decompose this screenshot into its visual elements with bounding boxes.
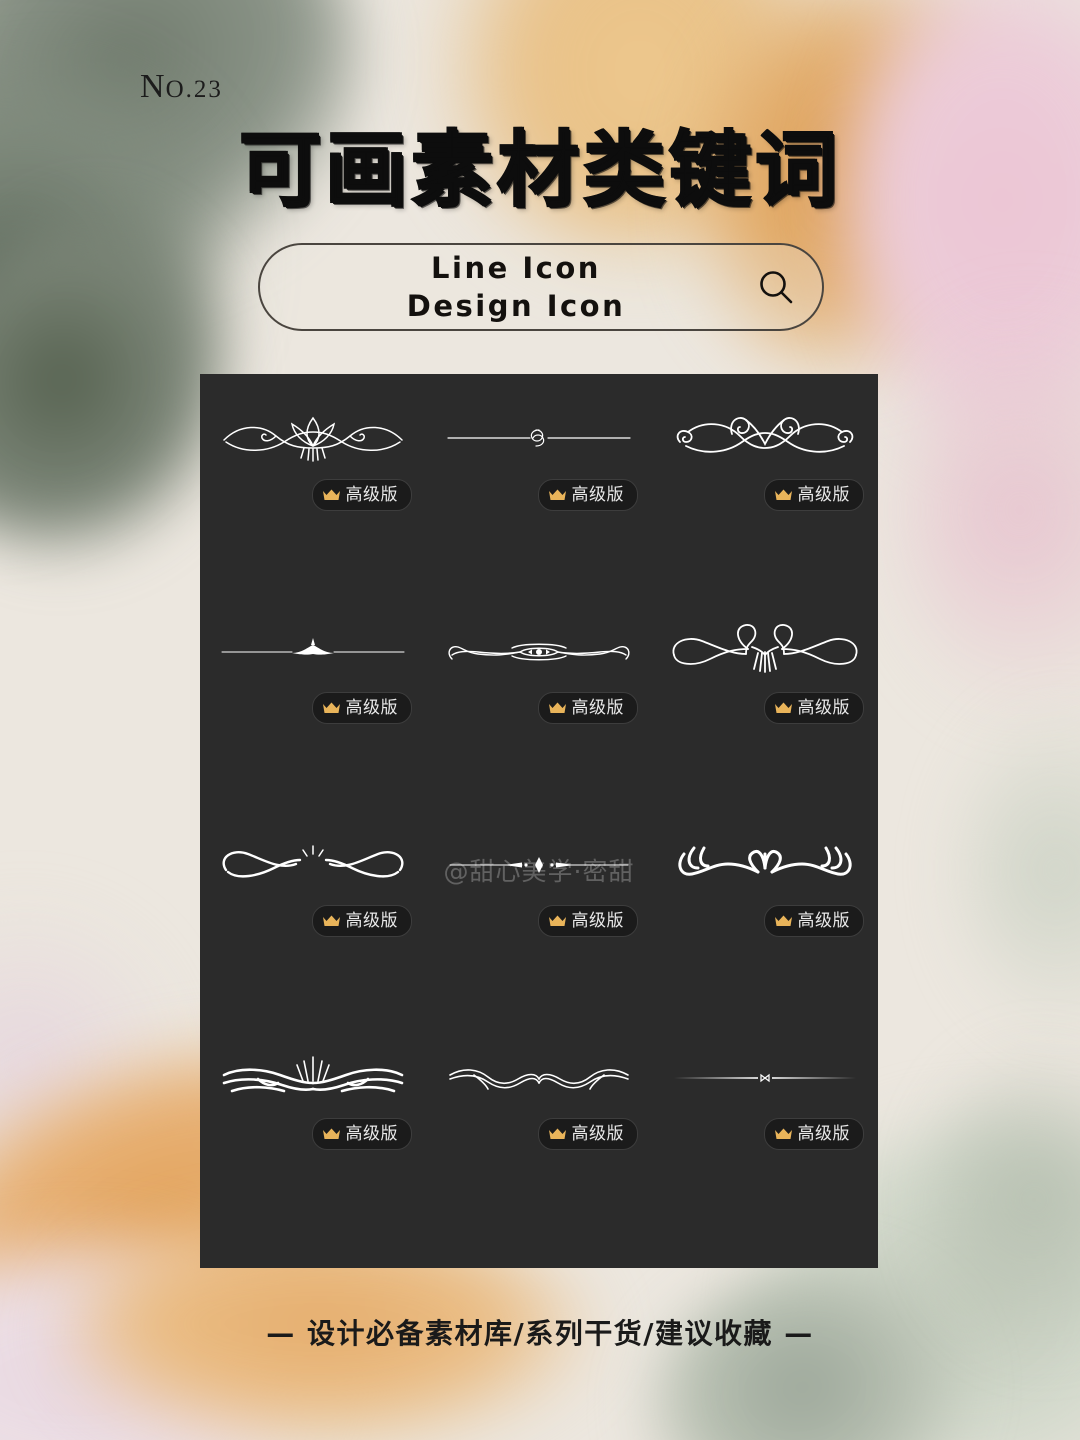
open-book-flourish-icon[interactable] — [200, 1029, 426, 1125]
premium-badge[interactable]: 高级版 — [537, 692, 638, 724]
asset-row: 高级版 高级版 高级版 — [200, 374, 878, 587]
asset-cell[interactable]: 高级版 — [426, 374, 652, 587]
crown-icon — [548, 702, 566, 713]
eye-lens-flourish-icon[interactable] — [426, 603, 652, 699]
premium-badge[interactable]: 高级版 — [311, 692, 412, 724]
asset-row: 高级版 高级版 高级版 — [200, 587, 878, 800]
premium-badge[interactable]: 高级版 — [311, 1118, 412, 1150]
search-bar[interactable]: Line Icon Design Icon — [258, 243, 824, 331]
asset-cell[interactable]: 高级版 — [200, 1013, 426, 1226]
premium-badge[interactable]: 高级版 — [311, 905, 412, 937]
asset-cell[interactable]: 高级版 — [426, 800, 652, 1013]
flourish-fleuron-scroll-icon[interactable] — [200, 390, 426, 486]
search-line-2: Design Icon — [406, 289, 626, 323]
asset-grid-panel: 高级版 高级版 高级版 高级版 高级版 高级版 高级版 高级版 高级版 高级版 … — [200, 374, 878, 1268]
premium-badge-label: 高级版 — [571, 697, 624, 718]
premium-badge[interactable]: 高级版 — [537, 905, 638, 937]
search-icon — [760, 271, 793, 304]
asset-cell[interactable] — [426, 1226, 652, 1268]
page-title: 可画素材类键词 — [238, 122, 841, 219]
wave-weave-flourish-icon[interactable] — [426, 1029, 652, 1125]
thin-line-with-center-dart-icon[interactable] — [200, 603, 426, 699]
asset-row: 高级版 高级版 高级版 — [200, 800, 878, 1013]
premium-badge[interactable]: 高级版 — [763, 479, 864, 511]
crown-icon — [548, 915, 566, 926]
premium-badge-label: 高级版 — [345, 910, 398, 931]
premium-badge[interactable]: 高级版 — [311, 479, 412, 511]
asset-cell[interactable]: 高级版 — [200, 587, 426, 800]
asset-cell[interactable]: 高级版 — [200, 800, 426, 1013]
infinity-ribbon-flourish-icon[interactable] — [200, 816, 426, 912]
double-curl-swirl-icon[interactable] — [652, 390, 878, 486]
premium-badge[interactable]: 高级版 — [763, 1118, 864, 1150]
crown-icon — [774, 915, 792, 926]
asset-cell[interactable]: 高级版 — [652, 587, 878, 800]
crown-icon — [774, 1128, 792, 1139]
arrow-line-with-diamond-icon[interactable] — [426, 816, 652, 912]
asset-row-partial — [200, 1226, 878, 1268]
premium-badge-label: 高级版 — [571, 484, 624, 505]
premium-badge-label: 高级版 — [571, 910, 624, 931]
premium-badge-label: 高级版 — [345, 1123, 398, 1144]
premium-badge-label: 高级版 — [345, 484, 398, 505]
search-input-text[interactable]: Line Icon Design Icon — [260, 249, 730, 326]
issue-number: NO.23 — [140, 68, 223, 106]
search-button[interactable] — [730, 267, 822, 307]
premium-badge[interactable]: 高级版 — [537, 1118, 638, 1150]
crown-icon — [322, 702, 340, 713]
asset-cell[interactable]: 高级版 — [200, 374, 426, 587]
premium-badge-label: 高级版 — [797, 1123, 850, 1144]
premium-badge-label: 高级版 — [571, 1123, 624, 1144]
premium-badge-label: 高级版 — [797, 484, 850, 505]
footer-caption: — 设计必备素材库/系列干货/建议收藏 — — [266, 1317, 814, 1350]
asset-cell[interactable] — [200, 1226, 426, 1268]
crown-icon — [774, 489, 792, 500]
thin-line-with-knot-icon[interactable] — [426, 390, 652, 486]
premium-badge[interactable]: 高级版 — [763, 905, 864, 937]
crown-icon — [548, 489, 566, 500]
crown-scroll-flourish-partial-icon[interactable] — [200, 1242, 426, 1268]
asset-cell[interactable]: 高级版 — [426, 1013, 652, 1226]
asset-cell[interactable]: 高级版 — [426, 587, 652, 800]
premium-badge-label: 高级版 — [345, 697, 398, 718]
search-line-1: Line Icon — [431, 250, 601, 285]
asset-cell[interactable]: 高级版 — [652, 1013, 878, 1226]
premium-badge[interactable]: 高级版 — [763, 692, 864, 724]
asset-cell[interactable] — [652, 1226, 878, 1268]
crown-icon — [322, 489, 340, 500]
premium-badge-label: 高级版 — [797, 697, 850, 718]
issue-number-value: O.23 — [165, 76, 223, 103]
crown-icon — [322, 1128, 340, 1139]
bowtie-line-partial-icon[interactable] — [426, 1242, 652, 1268]
thin-line-with-tiny-knot-icon[interactable] — [652, 1029, 878, 1125]
premium-badge-label: 高级版 — [797, 910, 850, 931]
feather-wing-flourish-icon[interactable] — [652, 816, 878, 912]
crown-icon — [322, 915, 340, 926]
asset-cell[interactable]: 高级版 — [652, 374, 878, 587]
crown-icon — [774, 702, 792, 713]
looped-bow-flourish-icon[interactable] — [652, 603, 878, 699]
premium-badge[interactable]: 高级版 — [537, 479, 638, 511]
crown-icon — [548, 1128, 566, 1139]
asset-cell[interactable]: 高级版 — [652, 800, 878, 1013]
asset-row: 高级版 高级版 高级版 — [200, 1013, 878, 1226]
double-loop-partial-icon[interactable] — [652, 1242, 878, 1268]
issue-number-prefix: N — [140, 68, 166, 105]
